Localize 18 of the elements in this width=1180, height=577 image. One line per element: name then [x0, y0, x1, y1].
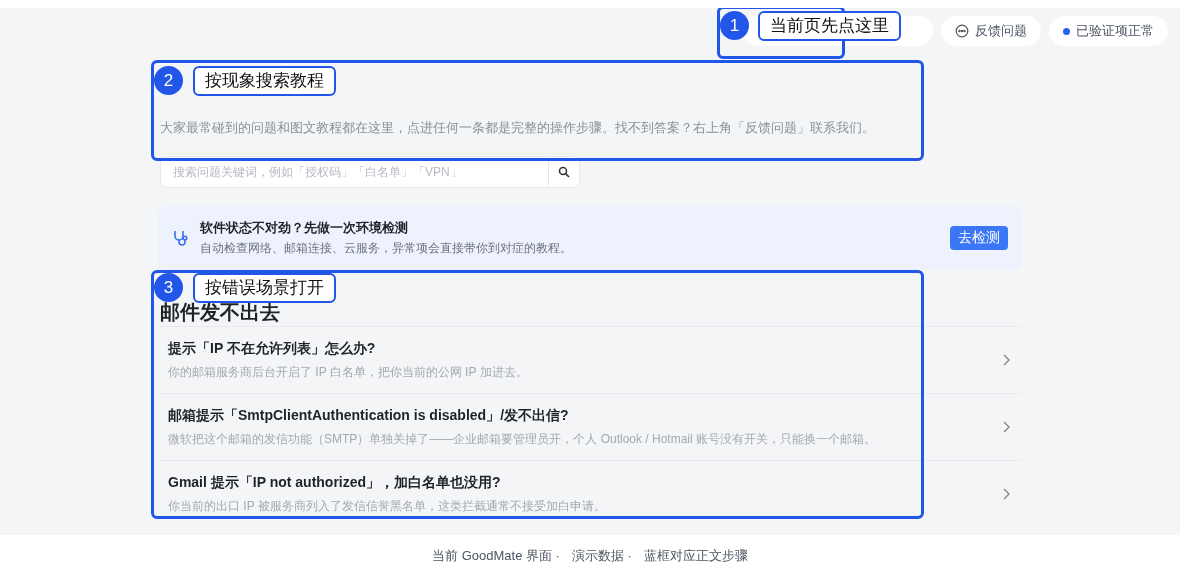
- step-label-tooltip: 当前页先点这里: [758, 11, 901, 41]
- footer-text: 当前 GoodMate 界面 ·: [432, 547, 560, 566]
- step-number-tooltip: 2: [154, 66, 183, 95]
- faq-title: 提示「IP 不在允许列表」怎么办?: [168, 339, 377, 358]
- step-number-tooltip: 3: [154, 273, 183, 302]
- step-label-tooltip: 按错误场景打开: [193, 273, 336, 303]
- banner-subtitle: 自动检查网络、邮箱连接、云服务，异常项会直接带你到对症的教程。: [200, 240, 573, 258]
- faq-subtitle: 微软把这个邮箱的发信功能（SMTP）单独关掉了——企业邮箱要管理员开，个人 Outlook / Hotmail 账号没有开关，只能换一个邮箱。: [168, 431, 878, 448]
- description-text: 大家最常碰到的问题和图文教程都在这里，点进任何一条都是完整的操作步骤。找不到答案？右上角「反馈问题」联系我们。: [160, 119, 876, 137]
- step-label-tooltip: 按现象搜索教程: [193, 66, 336, 96]
- faq-title: 邮箱提示「SmtpClientAuthentication is disabled」/发不出信?: [168, 406, 570, 425]
- faq-subtitle: 你当前的出口 IP 被服务商列入了发信信誉黑名单，这类拦截通常不接受加白申请。: [168, 498, 607, 515]
- footer-text: 演示数据 ·: [571, 547, 632, 566]
- faq-title: Gmail 提示「IP not authorized」，加白名单也没用?: [168, 473, 502, 492]
- faq-subtitle: 你的邮箱服务商后台开启了 IP 白名单，把你当前的公网 IP 加进去。: [168, 364, 529, 381]
- banner-title: 软件状态不对劲？先做一次环境检测: [200, 218, 409, 237]
- step-number-tooltip: 1: [720, 11, 749, 40]
- footer-text: 蓝框对应正文步骤: [643, 547, 748, 566]
